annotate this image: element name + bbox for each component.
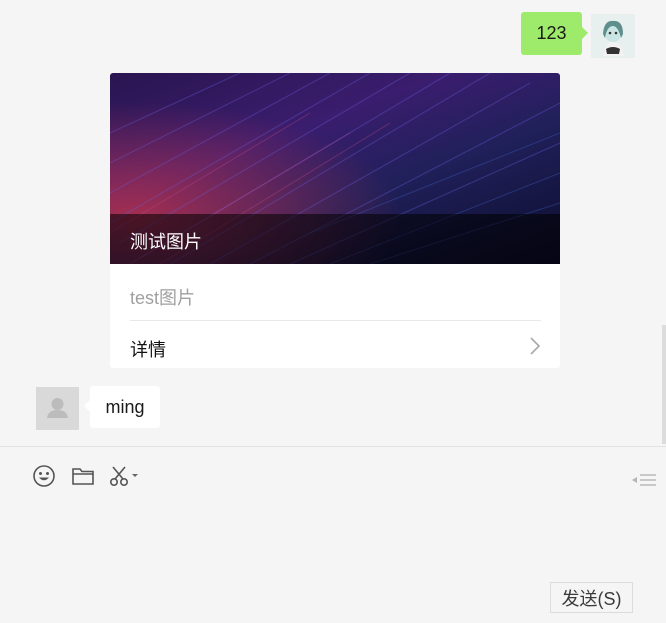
link-card[interactable]: 测试图片 test图片 详情: [110, 73, 560, 368]
folder-icon[interactable]: [71, 465, 95, 487]
scrollbar[interactable]: [662, 325, 666, 444]
history-icon[interactable]: [631, 472, 657, 488]
emoji-icon[interactable]: [32, 464, 56, 488]
incoming-message-text: ming: [105, 396, 145, 417]
card-details-label: 详情: [130, 340, 166, 360]
default-avatar-icon: [36, 387, 79, 430]
user-avatar-icon: [591, 14, 635, 58]
card-details-link[interactable]: 详情: [110, 321, 560, 368]
chevron-right-icon: [530, 337, 541, 355]
card-description: test图片: [130, 288, 196, 308]
chat-history: 123 测试图片 test图片 详情 ming: [0, 0, 666, 446]
outgoing-message-text: 123: [536, 23, 567, 43]
my-avatar[interactable]: [591, 14, 635, 58]
card-title: 测试图片: [130, 232, 202, 252]
outgoing-message[interactable]: 123: [521, 12, 588, 55]
send-button[interactable]: 发送(S): [550, 582, 633, 613]
scissors-icon[interactable]: [108, 464, 140, 488]
card-caption-bar: 测试图片: [110, 214, 560, 264]
incoming-message[interactable]: ming: [84, 386, 160, 428]
contact-avatar[interactable]: [36, 387, 79, 430]
send-button-label: 发送(S): [561, 588, 622, 609]
card-image: 测试图片: [110, 73, 560, 264]
